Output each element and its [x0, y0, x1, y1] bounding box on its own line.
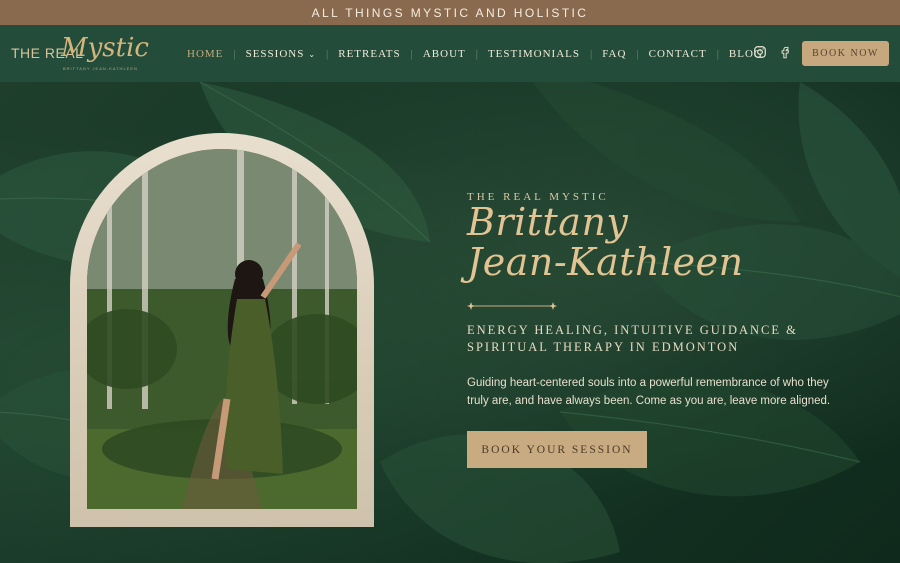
nav-separator: | [410, 47, 413, 60]
nav-separator: | [590, 47, 593, 60]
sparkle-divider [467, 302, 557, 310]
nav-separator: | [716, 47, 719, 60]
facebook-icon[interactable] [778, 45, 792, 59]
logo-mystic: Mystic [61, 33, 149, 63]
nav-faq[interactable]: FAQ [602, 48, 626, 60]
nav-about[interactable]: ABOUT [423, 48, 466, 60]
nav-separator: | [233, 47, 236, 60]
nav-home[interactable]: HOME [187, 48, 223, 60]
nav-contact[interactable]: CONTACT [649, 48, 707, 60]
nav-sessions-label: SESSIONS [245, 47, 305, 60]
nav-separator: | [636, 47, 639, 60]
chevron-down-icon: ⌄ [308, 49, 317, 59]
instagram-icon[interactable] [753, 45, 767, 59]
logo-tagline: BRITTANY JEAN-KATHLEEN [63, 66, 138, 71]
hero-description: Guiding heart-centered souls into a powe… [467, 377, 831, 407]
main-menu: HOME | SESSIONS ⌄ | RETREATS | ABOUT | TE… [187, 25, 763, 82]
nav-sessions[interactable]: SESSIONS ⌄ [246, 48, 316, 60]
site-logo[interactable]: THE REAL Mystic BRITTANY JEAN-KATHLEEN [11, 33, 151, 75]
hero-photo [87, 149, 357, 509]
site-header: THE REAL Mystic BRITTANY JEAN-KATHLEEN H… [0, 25, 900, 82]
hero-section: THE REAL MYSTIC Brittany Jean-Kathleen E… [0, 82, 900, 563]
forest-portrait-image [87, 149, 357, 509]
hero-subheading: ENERGY HEALING, INTUITIVE GUIDANCE & SPI… [467, 323, 798, 354]
nav-testimonials[interactable]: TESTIMONIALS [488, 48, 580, 60]
announcement-bar: ALL THINGS MYSTIC AND HOLISTIC [0, 0, 900, 25]
announcement-text: ALL THINGS MYSTIC AND HOLISTIC [311, 5, 589, 20]
hero-name-first: Brittany [467, 200, 629, 244]
nav-separator: | [326, 47, 329, 60]
hero-name-last: Jean-Kathleen [467, 240, 744, 284]
book-now-button[interactable]: BOOK NOW [802, 41, 889, 66]
nav-separator: | [475, 47, 478, 60]
book-session-button[interactable]: BOOK YOUR SESSION [467, 431, 647, 468]
nav-retreats[interactable]: RETREATS [338, 48, 400, 60]
